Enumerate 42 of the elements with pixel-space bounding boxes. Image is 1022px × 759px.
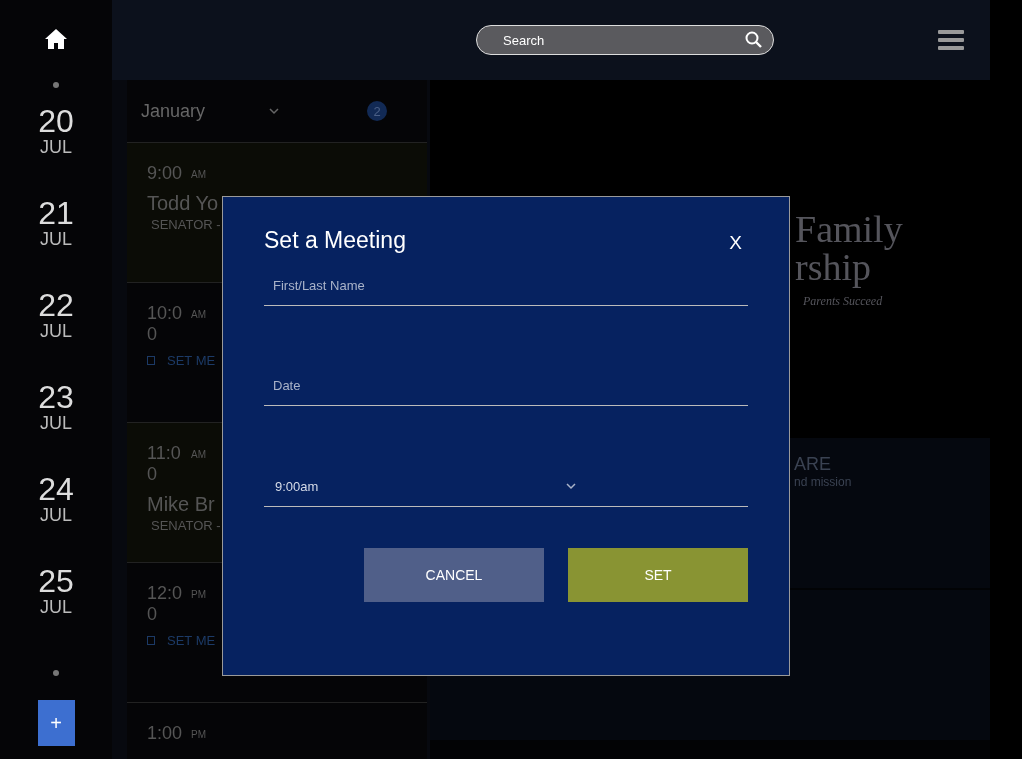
chevron-icon: [566, 482, 576, 490]
cancel-button[interactable]: CANCEL: [364, 548, 544, 602]
slot-period: AM: [191, 309, 206, 320]
square-icon: [147, 636, 155, 645]
slot-period: AM: [191, 169, 206, 180]
add-button[interactable]: +: [37, 700, 75, 746]
person-role: SENATOR -: [151, 217, 221, 232]
chevron-icon: [269, 107, 279, 115]
slot-time: 12:00: [147, 583, 183, 625]
slot-time: 9:00: [147, 163, 183, 184]
slot-time: 11:00: [147, 443, 182, 485]
close-button[interactable]: X: [729, 232, 748, 254]
count-badge: 2: [367, 101, 387, 121]
date-item[interactable]: 20 JUL: [38, 104, 74, 196]
menu-icon[interactable]: [938, 29, 964, 51]
input-field[interactable]: Date: [264, 366, 748, 406]
date-item[interactable]: 25 JUL: [38, 564, 74, 656]
dot-icon: [53, 82, 59, 88]
slot-period: PM: [191, 589, 206, 600]
slot-time: 10:00: [147, 303, 183, 345]
time-select[interactable]: 9:00am: [264, 466, 748, 507]
slot-period: AM: [191, 449, 206, 460]
logo-text: Family rship Parents Succeed: [795, 209, 903, 309]
date-item[interactable]: 23 JUL: [38, 380, 74, 472]
slot-period: PM: [191, 729, 206, 740]
date-item[interactable]: 24 JUL: [38, 472, 74, 564]
input-field[interactable]: First/Last Name: [264, 266, 748, 306]
month-select[interactable]: January: [141, 100, 261, 122]
search-icon[interactable]: [745, 31, 762, 48]
tile-subtitle: nd mission: [794, 475, 853, 489]
square-icon: [147, 356, 155, 365]
search-field[interactable]: Search: [476, 25, 774, 55]
dot-icon: [53, 670, 59, 676]
person-role: SENATOR -: [151, 518, 221, 533]
date-item[interactable]: 22 JUL: [38, 288, 74, 380]
slot-time: 1:00: [147, 723, 183, 744]
tile-title: ARE: [794, 454, 832, 475]
person-name: Mike Br: [147, 493, 215, 516]
person-name: Todd Yo: [147, 192, 219, 215]
date-item[interactable]: 21 JUL: [38, 196, 74, 288]
home-icon[interactable]: [44, 28, 68, 50]
dialog-title: Set a Meeting: [264, 227, 406, 254]
